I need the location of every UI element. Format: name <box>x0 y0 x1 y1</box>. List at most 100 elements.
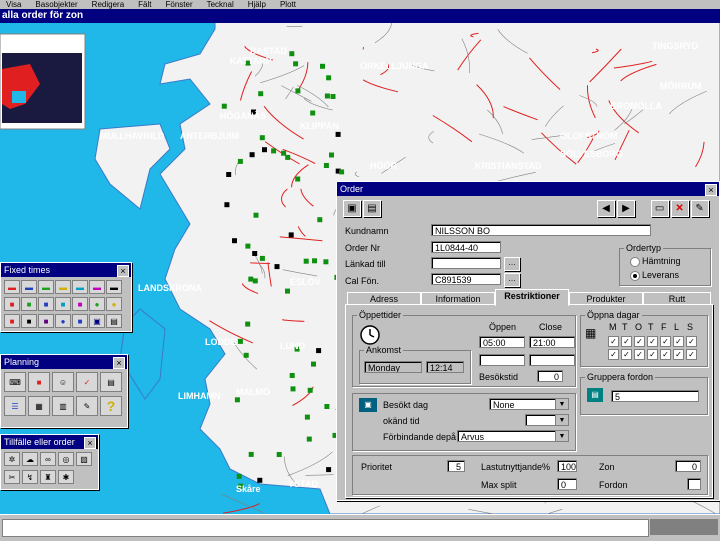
keyboard-icon[interactable]: ⌨ <box>4 372 26 392</box>
image-icon[interactable]: ▨ <box>76 452 92 466</box>
close-icon[interactable]: × <box>117 265 129 277</box>
tool-yellow-circle-icon[interactable]: ● <box>106 297 122 311</box>
order-window-titlebar[interactable]: Order× <box>337 182 719 196</box>
zon-input[interactable]: 0 <box>675 460 701 472</box>
radio-leverans[interactable] <box>630 271 640 281</box>
besokstid-input[interactable]: 0 <box>537 370 563 382</box>
tool-red-bar-icon[interactable]: ▬ <box>4 280 20 294</box>
cloud-icon[interactable]: ☁ <box>22 452 38 466</box>
scissors-icon[interactable]: ✂ <box>4 470 20 484</box>
tool-blue-bar-icon[interactable]: ▬ <box>21 280 37 294</box>
menu-plott[interactable]: Plott <box>280 0 296 9</box>
tool-yellow-bar-icon[interactable]: ▬ <box>55 280 71 294</box>
toolbar-planning-title[interactable]: Planning× <box>1 355 127 369</box>
glasses-icon[interactable]: ∞ <box>40 452 56 466</box>
pencil-icon[interactable]: ✎ <box>76 396 98 416</box>
order-nr-input[interactable]: 1L0844-40 <box>431 241 501 253</box>
chevron-down-icon[interactable]: ▼ <box>555 415 568 426</box>
close-time-2-input[interactable] <box>529 354 575 366</box>
print-icon[interactable]: ▤ <box>363 200 381 217</box>
open-time-input[interactable]: 05:00 <box>479 336 525 348</box>
tool-truck-icon[interactable]: ▤ <box>106 314 122 328</box>
close-time-input[interactable]: 21:00 <box>529 336 575 348</box>
tool-red-square2-icon[interactable]: ■ <box>4 314 20 328</box>
spider-icon[interactable]: ✲ <box>4 452 20 466</box>
tool-blue-circle-icon[interactable]: ● <box>55 314 71 328</box>
tool-depot-icon[interactable]: ▣ <box>89 314 105 328</box>
tool-red-square-icon[interactable]: ■ <box>4 297 20 311</box>
chevron-down-icon[interactable]: ▼ <box>555 431 568 442</box>
calendar-icon[interactable]: ▦ <box>28 396 50 416</box>
day-checkbox[interactable]: ✓ <box>686 349 697 360</box>
day-checkbox[interactable]: ✓ <box>608 336 619 347</box>
close-icon[interactable]: × <box>84 437 96 449</box>
okand-tid-select[interactable]: ▼ <box>525 414 569 426</box>
menu-fonster[interactable]: Fönster <box>165 0 192 9</box>
toolbar-order-title[interactable]: Tillfälle eller order× <box>1 435 98 449</box>
last-input[interactable]: 100 <box>557 460 577 472</box>
besok-dag-select[interactable]: None▼ <box>489 398 569 410</box>
cal-input[interactable]: C891539 <box>431 273 501 285</box>
tab-restriktioner[interactable]: Restriktioner <box>495 289 569 306</box>
tool-black-square-icon[interactable]: ■ <box>21 314 37 328</box>
prev-icon[interactable]: ◀ <box>597 200 615 217</box>
tool-blue-square-icon[interactable]: ■ <box>38 297 54 311</box>
max-split-input[interactable]: 0 <box>557 478 577 490</box>
document-icon[interactable]: ▤ <box>100 372 122 392</box>
next-icon[interactable]: ▶ <box>617 200 635 217</box>
target-icon[interactable]: ◎ <box>58 452 74 466</box>
tool-cyan-square-icon[interactable]: ■ <box>55 297 71 311</box>
list-icon[interactable]: ☰ <box>4 396 26 416</box>
day-checkbox[interactable]: ✓ <box>647 336 658 347</box>
open-time-2-input[interactable] <box>479 354 525 366</box>
tool-black-bar-icon[interactable]: ▬ <box>106 280 122 294</box>
day-checkbox[interactable]: ✓ <box>608 349 619 360</box>
report-icon[interactable]: ▥ <box>52 396 74 416</box>
bag-icon[interactable]: ♜ <box>40 470 56 484</box>
day-checkbox[interactable]: ✓ <box>647 349 658 360</box>
tool-blue-square2-icon[interactable]: ■ <box>72 314 88 328</box>
kund-input[interactable]: NILSSON BO <box>431 224 651 236</box>
fordon-restr-input[interactable]: 5 <box>611 390 699 402</box>
lankad-browse-button[interactable]: … <box>504 257 520 271</box>
route-icon[interactable]: ↯ <box>22 470 38 484</box>
forbindande-select[interactable]: Arvus▼ <box>457 430 569 442</box>
day-checkbox[interactable]: ✓ <box>673 349 684 360</box>
map-window-titlebar[interactable]: alla order för zon <box>0 9 720 23</box>
menu-falt[interactable]: Fält <box>138 0 151 9</box>
day-checkbox[interactable]: ✓ <box>634 349 645 360</box>
day-checkbox[interactable]: ✓ <box>660 336 671 347</box>
day-checkbox[interactable]: ✓ <box>621 336 632 347</box>
tool-magenta-bar-icon[interactable]: ▬ <box>89 280 105 294</box>
toolbar-fixed-title[interactable]: Fixed times× <box>1 263 131 277</box>
people-icon[interactable]: ☺ <box>52 372 74 392</box>
lankad-input[interactable] <box>431 257 501 269</box>
menu-visa[interactable]: Visa <box>6 0 21 9</box>
save-icon[interactable]: ▣ <box>343 200 361 217</box>
menu-hjalp[interactable]: Hjälp <box>248 0 266 9</box>
menu-basobjekter[interactable]: Basobjekter <box>35 0 77 9</box>
cal-browse-button[interactable]: … <box>504 273 520 287</box>
chevron-down-icon[interactable]: ▼ <box>555 399 568 410</box>
help-icon[interactable]: ? <box>100 396 122 416</box>
checklist-icon[interactable]: ✓ <box>76 372 98 392</box>
tool-purple-square-icon[interactable]: ■ <box>38 314 54 328</box>
prio-input[interactable]: 5 <box>447 460 465 472</box>
day-checkbox[interactable]: ✓ <box>621 349 632 360</box>
horizontal-scrollbar[interactable] <box>650 519 718 535</box>
tool-cyan-bar-icon[interactable]: ▬ <box>72 280 88 294</box>
close-icon[interactable]: × <box>705 184 717 196</box>
day-checkbox[interactable]: ✓ <box>660 349 671 360</box>
day-checkbox[interactable]: ✓ <box>686 336 697 347</box>
menu-redigera[interactable]: Redigera <box>92 0 124 9</box>
edit-icon[interactable]: ✎ <box>691 200 709 217</box>
minimize-icon[interactable]: ▭ <box>651 200 669 217</box>
delete-icon[interactable]: ✕ <box>671 200 689 217</box>
menu-tecknal[interactable]: Tecknal <box>207 0 234 9</box>
close-icon[interactable]: × <box>113 357 125 369</box>
tool-green-bar-icon[interactable]: ▬ <box>38 280 54 294</box>
fordon-input[interactable] <box>687 478 701 490</box>
tool-green-circle-icon[interactable]: ● <box>89 297 105 311</box>
day-checkbox[interactable]: ✓ <box>634 336 645 347</box>
day-checkbox[interactable]: ✓ <box>673 336 684 347</box>
